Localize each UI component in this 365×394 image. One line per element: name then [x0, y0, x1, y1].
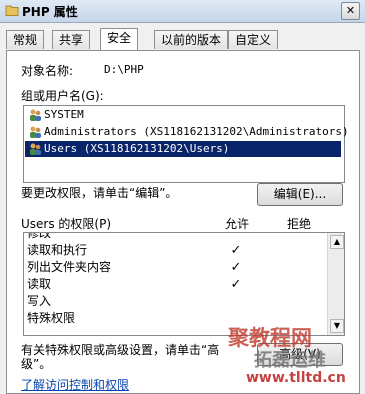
check-icon: ✓: [230, 243, 242, 258]
tab-strip: 常规 共享 安全 以前的版本 自定义: [6, 28, 361, 50]
user-list[interactable]: SYSTEM Administrators (XS118162131202\Ad…: [23, 105, 349, 183]
permission-row: 读取和执行 ✓: [24, 242, 324, 259]
permissions-scrollbar[interactable]: ▲ ▼: [327, 233, 344, 335]
watermark: 聚教程网 拓磊运维 www.tlltd.cn: [210, 322, 360, 390]
object-name-value: D:\PHP: [104, 63, 144, 76]
user-name: SYSTEM: [44, 108, 84, 121]
tab-general[interactable]: 常规: [6, 30, 45, 49]
permission-name: 特殊权限: [27, 311, 76, 325]
scroll-up-icon[interactable]: ▲: [330, 235, 344, 249]
folder-icon: [5, 5, 19, 16]
permission-row: 写入: [24, 293, 324, 310]
check-icon: ✓: [230, 260, 242, 275]
permission-name: 读取: [27, 277, 52, 291]
deny-header: 拒绝: [287, 217, 312, 231]
permissions-for-label: Users 的权限(P): [21, 217, 112, 231]
watermark-line2: 拓磊运维: [254, 350, 326, 371]
change-hint: 要更改权限，请单击“编辑”。: [21, 186, 178, 200]
tab-security[interactable]: 安全: [100, 28, 139, 50]
tab-customize[interactable]: 自定义: [228, 30, 279, 49]
close-icon: ✕: [345, 4, 356, 17]
check-icon: ✓: [230, 277, 242, 292]
users-icon: [30, 143, 41, 155]
learn-access-control-link[interactable]: 了解访问控制和权限: [21, 376, 129, 393]
watermark-line3: www.tlltd.cn: [246, 370, 346, 386]
groups-label: 组或用户名(G):: [21, 89, 104, 103]
user-name: Users (XS118162131202\Users): [44, 142, 230, 155]
user-name: Administrators (XS118162131202\Administr…: [44, 125, 349, 138]
object-name-label: 对象名称:: [21, 64, 74, 78]
permission-row: 列出文件夹内容 ✓: [24, 259, 324, 276]
permission-name: 读取和执行: [27, 243, 88, 257]
window-title: PHP 属性: [22, 5, 78, 19]
user-row[interactable]: Administrators (XS118162131202\Administr…: [25, 124, 349, 140]
user-row-selected[interactable]: Users (XS118162131202\Users): [25, 141, 341, 157]
close-button[interactable]: ✕: [341, 2, 360, 20]
users-icon: [30, 126, 41, 138]
edit-button[interactable]: 编辑(E)...: [257, 183, 343, 206]
special-hint-line2: 级”。: [21, 357, 52, 371]
users-icon: [30, 109, 41, 121]
allow-header: 允许: [225, 217, 250, 231]
user-row[interactable]: SYSTEM: [25, 107, 341, 123]
permission-row: 修改: [24, 232, 324, 242]
permission-name: 修改: [27, 232, 52, 240]
tab-previous-versions[interactable]: 以前的版本: [154, 30, 229, 49]
title-bar: PHP 属性 ✕: [0, 0, 365, 23]
permission-name: 列出文件夹内容: [27, 260, 112, 274]
tab-sharing[interactable]: 共享: [52, 30, 91, 49]
permission-name: 写入: [27, 294, 52, 308]
permissions-list[interactable]: 修改 读取和执行 ✓ 列出文件夹内容 ✓ 读取 ✓ 写入 特殊权限 ▲ ▼: [23, 232, 345, 336]
permission-row: 读取 ✓: [24, 276, 324, 293]
